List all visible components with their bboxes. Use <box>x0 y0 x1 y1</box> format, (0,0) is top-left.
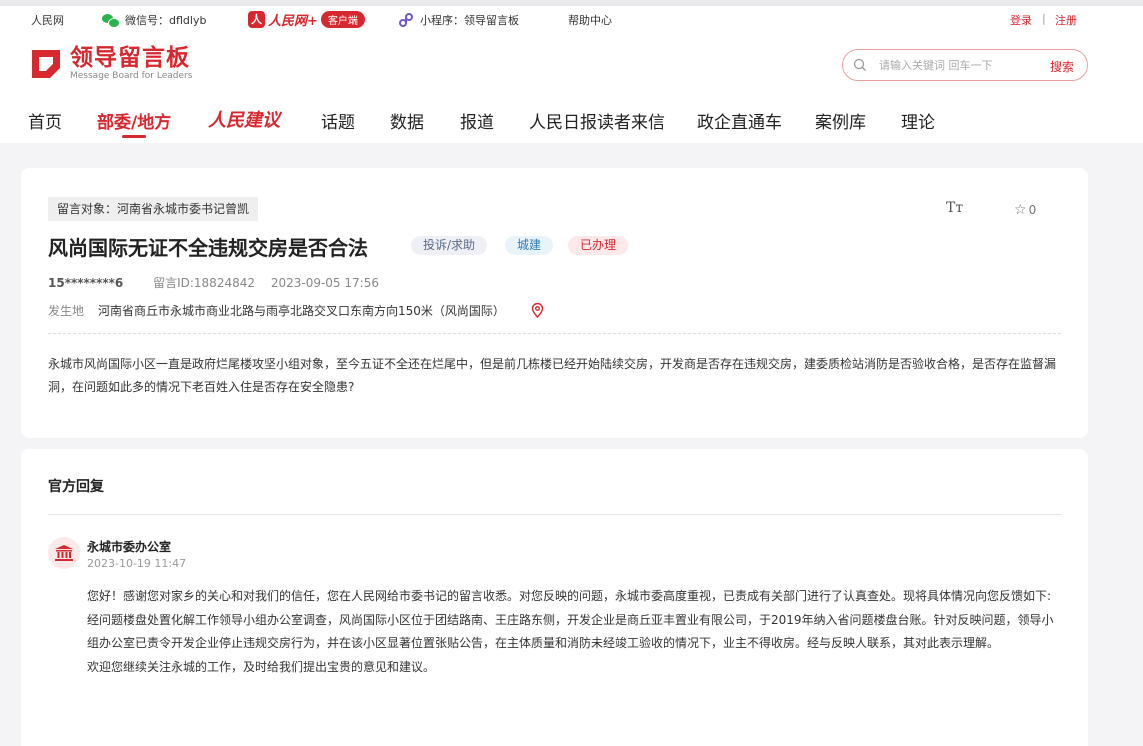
logo-title: 领导留言板 <box>70 45 190 71</box>
tag-category: 投诉/求助 <box>411 236 488 255</box>
nav-item-theory[interactable]: 理论 <box>901 108 935 133</box>
message-datetime: 2023-09-05 17:56 <box>270 276 379 290</box>
government-building-icon <box>55 545 73 561</box>
location-text: 河南省商丘市永城市商业北路与雨亭北路交叉口东南方向150米（风尚国际） <box>98 304 505 318</box>
message-card: 留言对象：河南省永城市委书记曾凯 Tт ☆ 0 风尚国际无证不全违规交房是否合法… <box>21 168 1088 438</box>
map-pin-icon[interactable] <box>531 303 544 318</box>
reply-paragraph: 经问题楼盘处置化解工作领导小组办公室调查，风尚国际小区位于团结路南、王庄路东侧，… <box>87 612 1054 651</box>
message-title: 风尚国际无证不全违规交房是否合法 <box>48 236 368 260</box>
top-bar: 人民网 微信号：dfldlyb 人 人民网+ 客户端 小程序：领导留言板 帮助中… <box>0 6 1143 32</box>
location-label: 发生地 <box>48 304 85 318</box>
search-box: 搜索 <box>842 49 1088 81</box>
miniprogram-label: 小程序：领导留言板 <box>420 14 519 27</box>
favorite-count: 0 <box>1028 203 1037 217</box>
app-logo-text: 人民网+ <box>268 14 318 29</box>
message-target: 留言对象：河南省永城市委书记曾凯 <box>48 197 259 221</box>
site-logo[interactable]: 领导留言板 Message Board for Leaders <box>28 46 192 82</box>
main-nav: 首页 部委/地方 人民建议 话题 数据 报道 人民日报读者来信 政企直通车 案例… <box>0 104 1143 140</box>
logo-subtitle: Message Board for Leaders <box>70 71 193 81</box>
reply-card: 官方回复 永城市委办公室 2023-10-19 11:47 您好！感谢您对家乡的… <box>21 449 1088 746</box>
nav-item-home[interactable]: 首页 <box>28 108 62 133</box>
message-id: 留言ID:18824842 <box>153 276 255 290</box>
message-content: 永城市风尚国际小区一直是政府烂尾楼攻坚小组对象，至今五证不全还在烂尾中，但是前几… <box>48 357 1057 394</box>
renminwang-logo-icon: 人 <box>248 11 265 28</box>
app-client-link[interactable]: 人 人民网+ 客户端 <box>248 10 365 29</box>
reply-paragraph: 欢迎您继续关注永城的工作，及时给我们提出宝贵的意见和建议。 <box>87 659 436 674</box>
login-link[interactable]: 登录 <box>1010 12 1032 28</box>
wechat-info: 微信号：dfldlyb <box>102 12 206 28</box>
nav-item-reader-letters[interactable]: 人民日报读者来信 <box>529 108 665 133</box>
reply-content: 您好！感谢您对家乡的关心和对我们的信任，您在人民网给市委书记的留言收悉。对您反映… <box>87 585 1062 679</box>
register-link[interactable]: 注册 <box>1055 12 1077 28</box>
miniprogram-info[interactable]: 小程序：领导留言板 <box>398 12 519 28</box>
nav-item-topics[interactable]: 话题 <box>321 108 355 133</box>
app-badge: 客户端 <box>320 11 365 28</box>
search-input[interactable] <box>879 58 1029 72</box>
status-badge: 已办理 <box>568 236 629 255</box>
help-center-link[interactable]: 帮助中心 <box>568 12 612 28</box>
avatar <box>48 537 80 569</box>
font-size-icon[interactable]: Tт <box>946 200 963 216</box>
nav-item-ministries-local[interactable]: 部委/地方 <box>97 108 171 133</box>
site-header: 人民网 微信号：dfldlyb 人 人民网+ 客户端 小程序：领导留言板 帮助中… <box>0 6 1143 143</box>
message-user: 15********6 <box>48 276 124 290</box>
nav-item-people-suggestions[interactable]: 人民建议 <box>208 106 280 132</box>
nav-item-data[interactable]: 数据 <box>390 108 424 133</box>
nav-item-reports[interactable]: 报道 <box>460 108 494 133</box>
message-location: 发生地 河南省商丘市永城市商业北路与雨亭北路交叉口东南方向150米（风尚国际） <box>48 302 544 319</box>
site-link[interactable]: 人民网 <box>31 12 64 28</box>
message-meta: 15********6 留言ID:18824842 2023-09-05 17:… <box>48 274 379 291</box>
reply-datetime: 2023-10-19 11:47 <box>87 557 187 570</box>
miniprogram-icon <box>399 13 413 27</box>
tag-field: 城建 <box>505 236 554 255</box>
nav-active-indicator <box>122 135 146 138</box>
nav-item-enterprise-express[interactable]: 政企直通车 <box>697 108 782 133</box>
divider <box>48 333 1061 334</box>
reply-org: 永城市委办公室 <box>87 540 172 554</box>
favorite-button[interactable]: ☆ 0 <box>1014 202 1036 218</box>
reply-paragraph: 您好！感谢您对家乡的关心和对我们的信任，您在人民网给市委书记的留言收悉。对您反映… <box>87 589 1052 603</box>
wechat-label: 微信号：dfldlyb <box>125 14 207 27</box>
logo-mark-icon <box>32 50 60 78</box>
login-separator: | <box>1042 12 1046 25</box>
wechat-icon <box>102 13 120 28</box>
star-icon: ☆ <box>1014 202 1027 218</box>
nav-item-case-library[interactable]: 案例库 <box>815 108 866 133</box>
search-icon <box>853 58 866 71</box>
divider <box>48 514 1061 515</box>
search-button[interactable]: 搜索 <box>1050 58 1074 75</box>
reply-heading: 官方回复 <box>48 479 104 495</box>
